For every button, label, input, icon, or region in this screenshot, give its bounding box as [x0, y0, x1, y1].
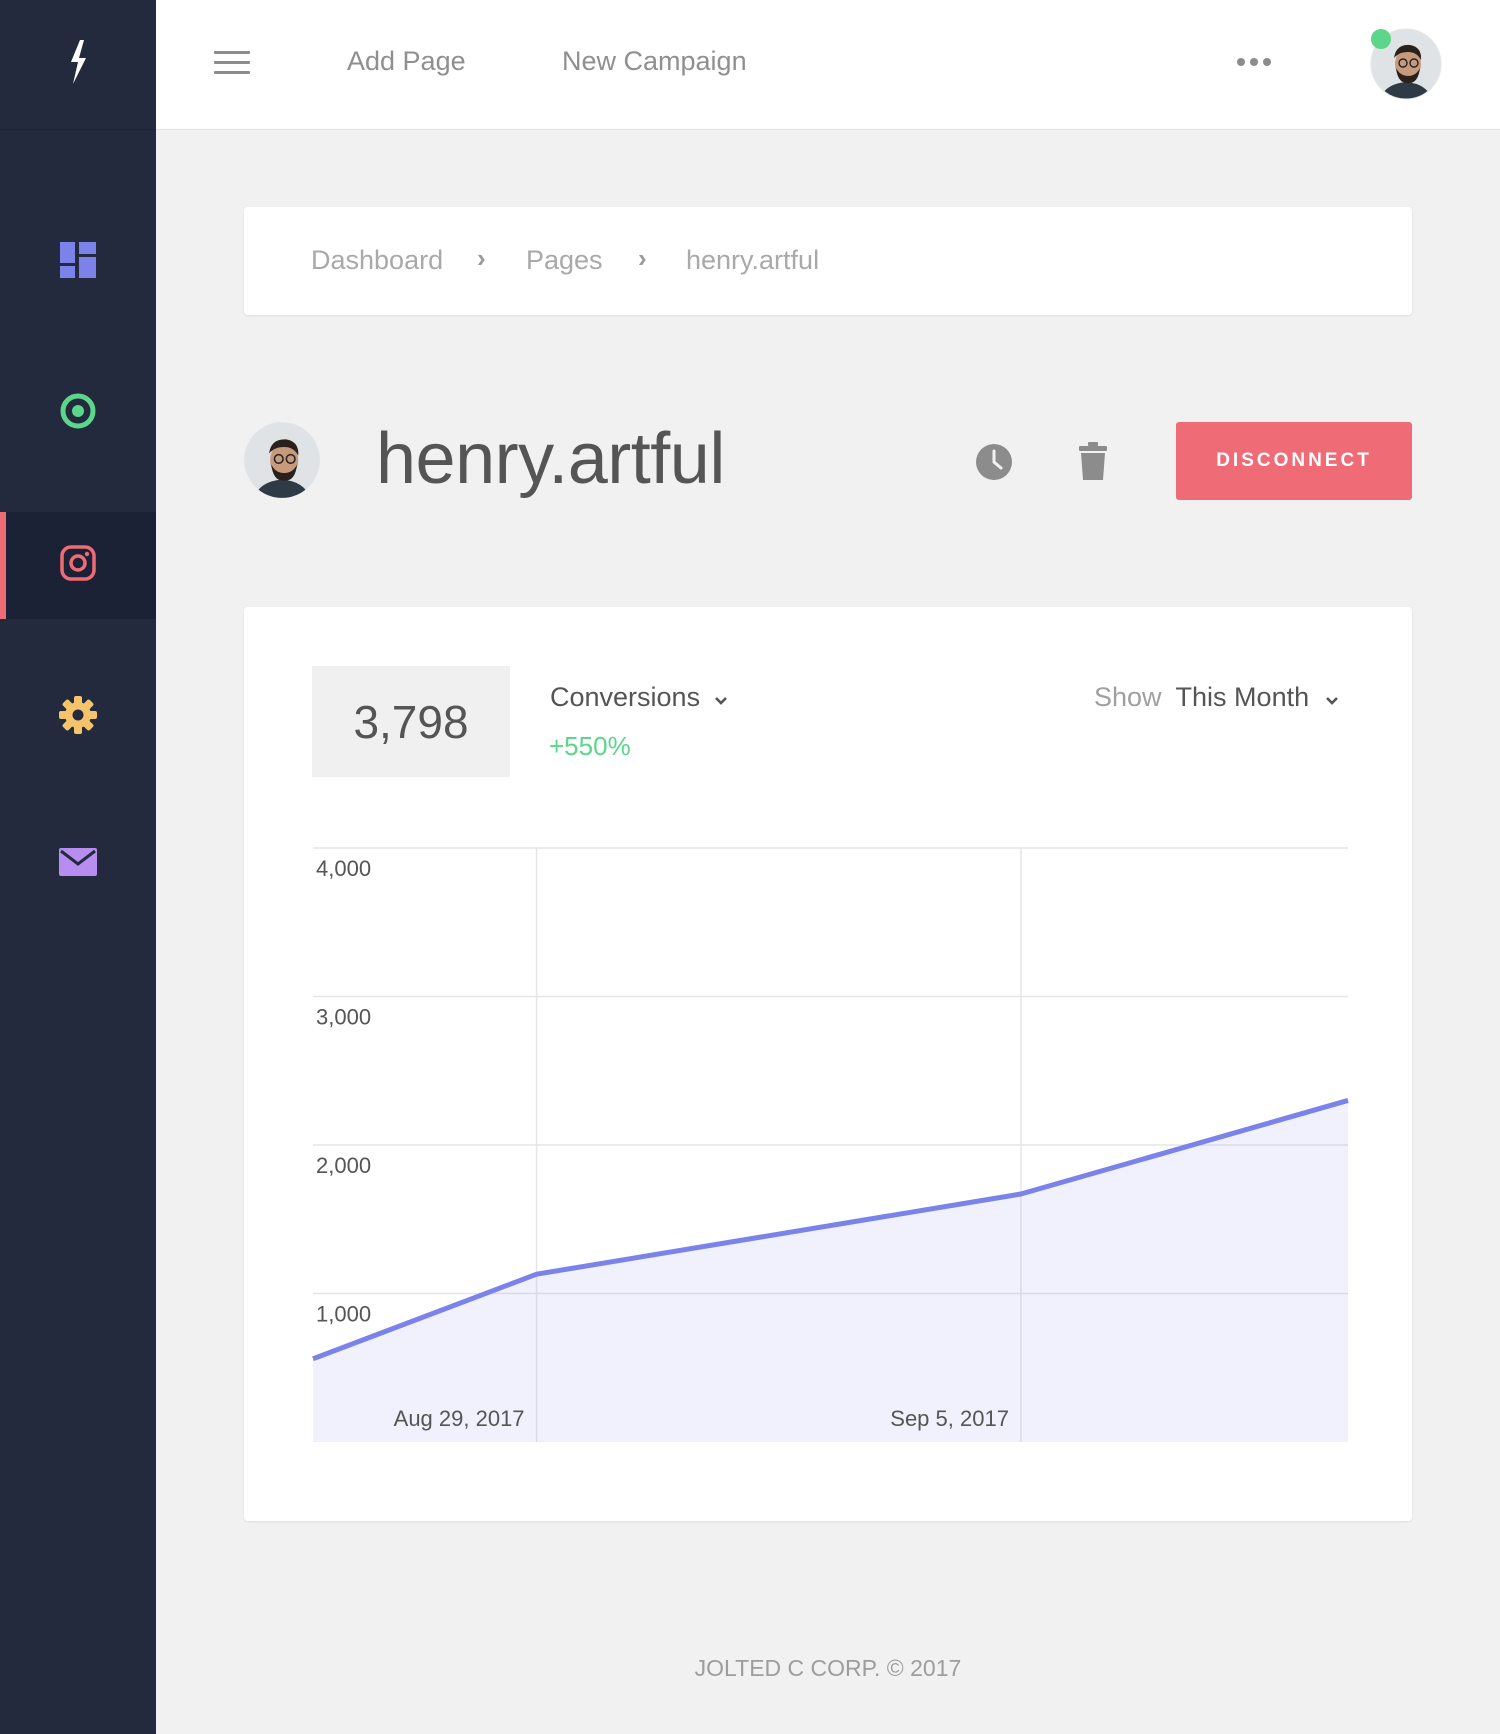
add-page-link[interactable]: Add Page: [347, 46, 466, 77]
instagram-icon: [59, 544, 97, 587]
breadcrumb-separator: ›: [638, 243, 647, 273]
sidebar-item-dashboard[interactable]: [0, 209, 156, 316]
sidebar-item-instagram[interactable]: [0, 512, 156, 619]
sidebar-item-target[interactable]: [0, 360, 156, 467]
sidebar-item-mail[interactable]: [0, 811, 156, 918]
page-avatar: [243, 421, 321, 499]
breadcrumb-current: henry.artful: [686, 245, 820, 275]
x-tick-label: Aug 29, 2017: [394, 1406, 525, 1431]
breadcrumb-dashboard[interactable]: Dashboard: [311, 245, 443, 276]
new-campaign-link[interactable]: New Campaign: [562, 46, 747, 77]
mail-icon: [59, 848, 97, 881]
more-options-icon[interactable]: [1237, 55, 1277, 69]
sidebar: [0, 0, 156, 1734]
clock-icon[interactable]: [975, 443, 1013, 486]
series-area: [313, 1100, 1348, 1442]
online-status-dot: [1371, 29, 1391, 49]
target-icon: [59, 392, 97, 435]
footer: JOLTED C CORP. © 2017: [694, 1655, 962, 1681]
gear-icon: [59, 696, 97, 739]
lightning-icon: [67, 40, 89, 89]
page-title: henry.artful: [376, 419, 725, 499]
breadcrumb: Dashboard › Pages › henry.artful: [244, 207, 1412, 315]
menu-icon[interactable]: [214, 51, 250, 77]
trash-icon[interactable]: [1079, 442, 1107, 485]
y-tick-label: 1,000: [316, 1302, 371, 1327]
top-bar: Add Page New Campaign: [156, 0, 1500, 130]
disconnect-button[interactable]: DISCONNECT: [1176, 422, 1412, 500]
logo[interactable]: [0, 0, 156, 130]
y-tick-label: 4,000: [316, 856, 371, 881]
dashboard-icon: [60, 242, 96, 283]
sidebar-item-settings[interactable]: [0, 664, 156, 771]
y-tick-label: 3,000: [316, 1005, 371, 1030]
breadcrumb-pages[interactable]: Pages: [526, 245, 603, 276]
x-tick-label: Sep 5, 2017: [890, 1406, 1009, 1431]
y-tick-label: 2,000: [316, 1153, 371, 1178]
conversions-chart: 1,000 2,000 3,000 4,000 Aug 29, 2017 Sep 5, 2…: [312, 847, 1349, 1442]
chart-card: 3,798 Conversions +550% Show This Month …: [244, 607, 1412, 1521]
breadcrumb-separator: ›: [477, 243, 486, 273]
